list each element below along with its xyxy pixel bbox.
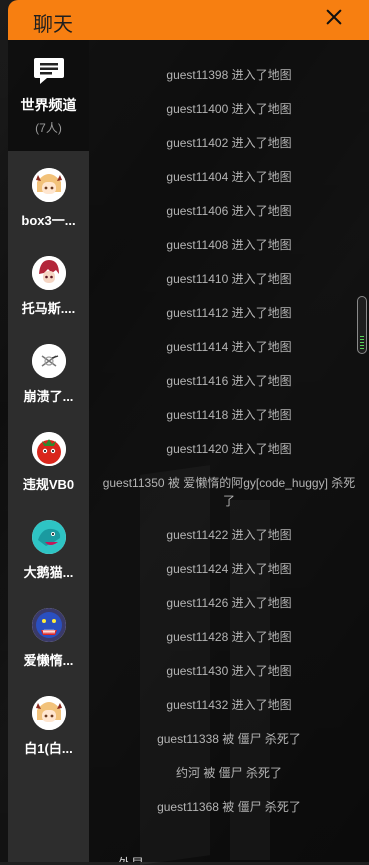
user-list: box3一... 托马斯.... 崩溃了... 违规VB0 大鹅猫... 爱懒惰… <box>8 151 89 862</box>
message: guest11338 被 僵尸 杀死了 <box>157 732 301 746</box>
message: guest11420 进入了地图 <box>166 442 292 456</box>
chat-header: 聊天 <box>8 0 369 40</box>
scrollbar-grip[interactable] <box>360 335 364 349</box>
message: guest11414 进入了地图 <box>166 340 292 354</box>
message: guest11350 被 爱懒惰的阿gy[code_huggy] 杀死了 <box>102 476 356 508</box>
tomato-avatar-icon <box>32 432 66 466</box>
user-name: 爱懒惰... <box>23 653 74 668</box>
user-name: 违规VB0 <box>22 477 75 492</box>
user-name: box3一... <box>21 213 76 228</box>
user-name: 托马斯.... <box>21 301 76 316</box>
avatar <box>32 168 66 202</box>
message: guest11422 进入了地图 <box>166 528 292 542</box>
world-channel-label: 世界频道 <box>20 97 77 113</box>
message: guest11418 进入了地图 <box>166 408 292 422</box>
sketch-avatar-icon <box>32 344 66 378</box>
message: 约河 被 僵尸 杀死了 <box>175 766 282 780</box>
avatar <box>32 344 66 378</box>
user-name: 大鹅猫... <box>23 565 74 580</box>
message: guest11404 进入了地图 <box>166 170 292 184</box>
message: guest11406 进入了地图 <box>166 204 292 218</box>
message: guest11400 进入了地图 <box>166 102 292 116</box>
avatar <box>32 608 66 642</box>
page-title: 聊天 <box>33 14 73 36</box>
message: guest11410 进入了地图 <box>166 272 292 286</box>
message: guest11430 进入了地图 <box>166 664 292 678</box>
dinosaur-avatar-icon <box>32 520 66 554</box>
message: guest11408 进入了地图 <box>166 238 292 252</box>
avatar <box>32 432 66 466</box>
user-name: 白1(白... <box>24 741 73 756</box>
avatar <box>32 256 66 290</box>
blonde-horned-avatar-icon <box>32 168 66 202</box>
redhair-avatar-icon <box>32 256 66 290</box>
user-item[interactable]: 崩溃了... <box>8 344 89 430</box>
user-item[interactable]: 爱懒惰... <box>8 608 89 694</box>
message: guest11368 被 僵尸 杀死了 <box>157 800 301 814</box>
blue-monster-avatar-icon <box>32 608 66 642</box>
message: guest11424 进入了地图 <box>166 562 292 576</box>
close-icon[interactable] <box>325 8 343 26</box>
user-item[interactable]: box3一... <box>8 168 89 254</box>
message: guest11428 进入了地图 <box>166 630 292 644</box>
message: guest11398 进入了地图 <box>166 68 292 82</box>
message: guest11426 进入了地图 <box>166 596 292 610</box>
avatar <box>32 696 66 730</box>
user-item[interactable]: 托马斯.... <box>8 256 89 342</box>
user-item[interactable]: 白1(白... <box>8 696 89 782</box>
avatar <box>32 520 66 554</box>
message: guest11402 进入了地图 <box>166 136 292 150</box>
user-name: 崩溃了... <box>23 389 74 404</box>
user-item[interactable]: 大鹅猫... <box>8 520 89 606</box>
blonde-horned-avatar-icon <box>32 696 66 730</box>
user-item[interactable]: 违规VB0 <box>8 432 89 518</box>
message: guest11416 进入了地图 <box>166 374 292 388</box>
chat-input-placeholder[interactable]: 外显 <box>118 852 144 862</box>
scrollbar[interactable] <box>357 296 367 354</box>
message: guest11432 进入了地图 <box>166 698 292 712</box>
chat-bubble-icon <box>34 58 64 84</box>
world-channel-count: (7人) <box>35 121 62 135</box>
message-list: guest11398 进入了地图 guest11400 进入了地图 guest1… <box>100 60 358 816</box>
message: guest11412 进入了地图 <box>166 306 292 320</box>
